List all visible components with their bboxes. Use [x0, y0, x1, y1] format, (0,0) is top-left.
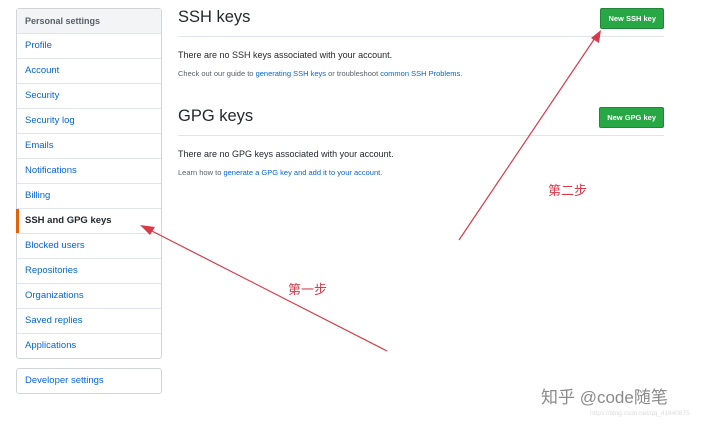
step1-arrow-line — [145, 227, 388, 352]
url-watermark: https://blog.csdn.net/qq_41940875 — [590, 410, 690, 417]
step1-arrowhead — [140, 225, 155, 235]
annotation-arrows — [140, 30, 601, 352]
step2-arrow-line — [458, 34, 598, 241]
step1-label: 第一步 — [288, 282, 328, 297]
step2-label: 第二步 — [548, 183, 588, 198]
zhihu-watermark: 知乎 @code随笔 — [541, 388, 668, 407]
